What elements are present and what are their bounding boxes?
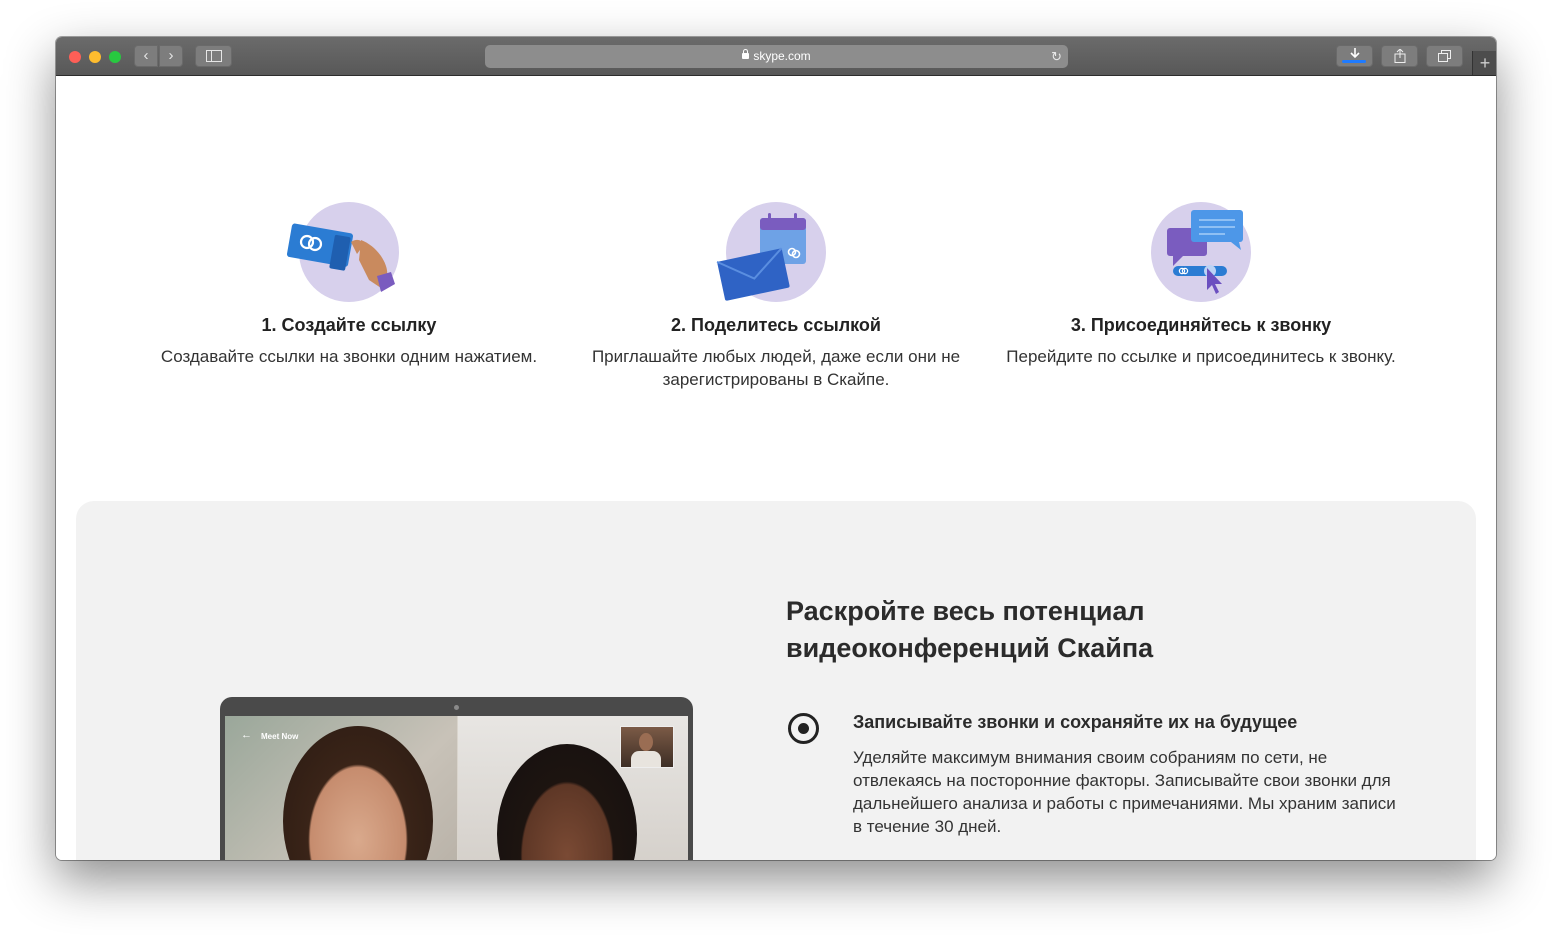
forward-chevron-icon: › (168, 47, 174, 64)
tabs-overview-icon (1438, 50, 1451, 62)
downloads-button[interactable] (1336, 45, 1373, 67)
feature-heading: Раскройте весь потенциал видеоконференци… (786, 596, 1154, 663)
video-call-screen: ← Meet Now (225, 716, 688, 860)
download-icon (1349, 48, 1360, 59)
feature-item-title: Записывайте звонки и сохраняйте их на бу… (853, 712, 1298, 732)
browser-window: ‹ › skype.com ↻ + 1. Создайте ссылку Соз… (56, 37, 1496, 860)
hand-holding-link-card-icon (286, 202, 399, 302)
lock-icon (742, 49, 750, 59)
step-share-link: 2. Поделитесь ссылкой Приглашайте любых … (566, 202, 986, 391)
laptop-video-call-image: ← Meet Now (220, 697, 693, 860)
participant-video-left (225, 716, 457, 860)
step-description: Создавайте ссылки на звонки одним нажати… (160, 347, 538, 366)
share-icon (1394, 48, 1405, 63)
feature-item-description: Уделяйте максимум внимания своим собрани… (853, 748, 1396, 836)
reload-icon[interactable]: ↻ (1051, 45, 1062, 68)
minimize-window-button[interactable] (89, 51, 101, 63)
step-create-link: 1. Создайте ссылку Создавайте ссылки на … (136, 202, 562, 368)
chat-bubbles-cursor-icon (1151, 202, 1251, 302)
call-back-arrow-icon: ← (241, 729, 252, 741)
download-progress-bar (1342, 60, 1366, 63)
new-tab-button[interactable]: + (1472, 51, 1496, 75)
zoom-window-button[interactable] (109, 51, 121, 63)
laptop-camera (454, 705, 459, 710)
share-button[interactable] (1381, 45, 1418, 67)
step-join-call: 3. Присоединяйтесь к звонку Перейдите по… (1006, 202, 1396, 368)
address-url: skype.com (753, 49, 811, 63)
back-chevron-icon: ‹ (143, 47, 149, 64)
feature-section: ← Meet Now Раскройте весь потенциал виде… (76, 501, 1476, 860)
tab-overview-button[interactable] (1426, 45, 1463, 67)
page-content: 1. Создайте ссылку Создавайте ссылки на … (56, 76, 1496, 860)
envelope-calendar-icon (716, 202, 826, 302)
feature-radio-selected[interactable] (788, 713, 819, 744)
self-view-body (631, 751, 661, 767)
step-description: Приглашайте любых людей, даже если они н… (591, 347, 961, 389)
step-description: Перейдите по ссылке и присоединитесь к з… (1006, 347, 1396, 366)
browser-toolbar: ‹ › skype.com ↻ + (56, 37, 1496, 76)
sidebar-toggle-button[interactable] (195, 45, 232, 67)
self-view-thumbnail (620, 726, 674, 768)
sidebar-icon (205, 50, 222, 62)
participant-face-left (283, 726, 433, 860)
meeting-label: Meet Now (261, 732, 299, 741)
back-button[interactable]: ‹ (134, 45, 158, 67)
step-title: 2. Поделитесь ссылкой (671, 315, 881, 335)
forward-button[interactable]: › (159, 45, 183, 67)
address-bar[interactable]: skype.com ↻ (485, 45, 1068, 68)
step-title: 1. Создайте ссылку (261, 315, 437, 335)
self-view-head (639, 733, 653, 751)
step-title: 3. Присоединяйтесь к звонку (1070, 315, 1332, 335)
close-window-button[interactable] (69, 51, 81, 63)
new-tab-icon: + (1479, 53, 1491, 73)
